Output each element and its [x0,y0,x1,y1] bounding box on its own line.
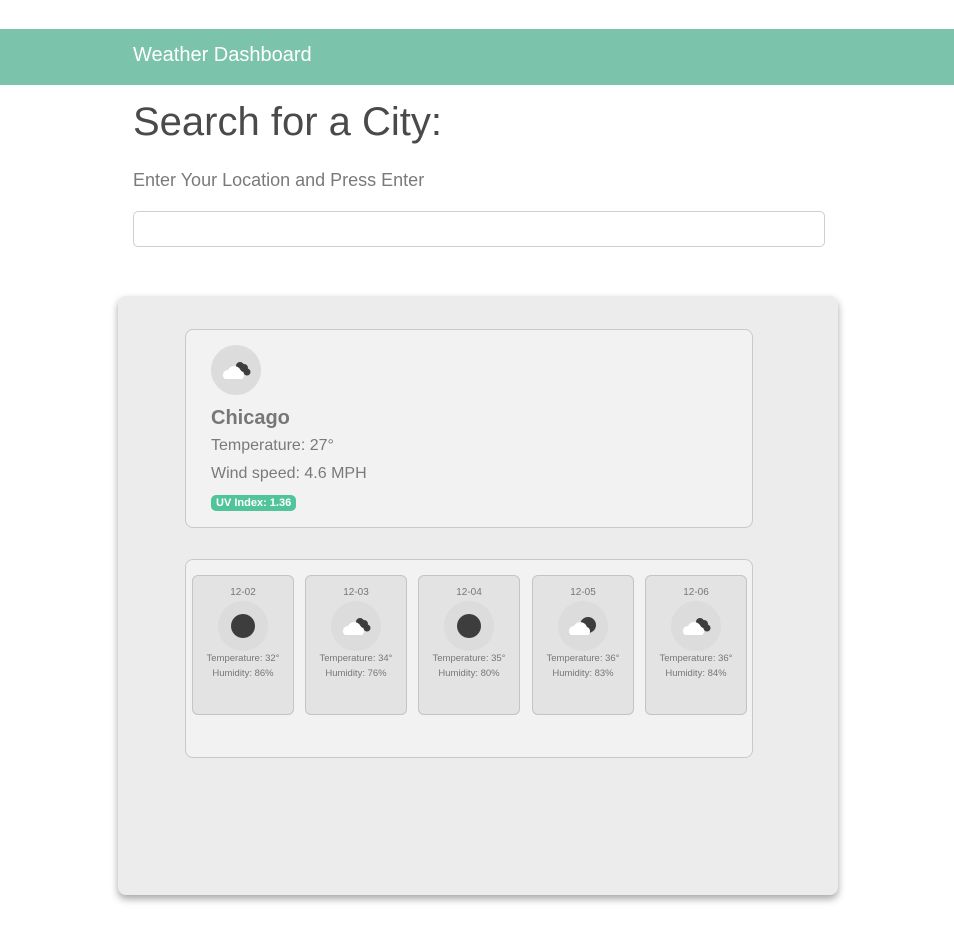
forecast-day-card: 12-05 Temperature: 36° Humidity: 83% [532,575,634,715]
weather-panel: Chicago Temperature: 27° Wind speed: 4.6… [118,296,838,895]
cloudy-icon [558,601,608,651]
clear-icon [218,601,268,651]
forecast-temperature: Temperature: 32° [206,653,280,664]
search-heading: Search for a City: [133,100,443,144]
forecast-humidity: Humidity: 76% [325,668,387,679]
clear-icon [444,601,494,651]
forecast-humidity: Humidity: 84% [665,668,727,679]
forecast-date: 12-05 [570,587,596,598]
city-search-input[interactable] [133,211,825,247]
city-name: Chicago [211,407,290,429]
search-instructions: Enter Your Location and Press Enter [133,170,425,190]
forecast-card: 12-02 Temperature: 32° Humidity: 86% 12-… [185,559,753,758]
current-wind-speed: Wind speed: 4.6 MPH [211,465,367,482]
forecast-temperature: Temperature: 34° [319,653,393,664]
forecast-humidity: Humidity: 80% [438,668,500,679]
forecast-temperature: Temperature: 35° [432,653,506,664]
forecast-date: 12-06 [683,587,709,598]
forecast-day-card: 12-03 Temperature: 34° Humidity: 76% [305,575,407,715]
partly-cloudy-icon [331,601,381,651]
current-weather-icon [211,345,261,395]
forecast-day-card: 12-02 Temperature: 32° Humidity: 86% [192,575,294,715]
forecast-temperature: Temperature: 36° [659,653,733,664]
navbar: Weather Dashboard [0,29,954,85]
partly-cloudy-icon [671,601,721,651]
forecast-temperature: Temperature: 36° [546,653,620,664]
forecast-date: 12-03 [343,587,369,598]
forecast-day-card: 12-04 Temperature: 35° Humidity: 80% [418,575,520,715]
forecast-date: 12-04 [456,587,482,598]
forecast-humidity: Humidity: 83% [552,668,614,679]
current-temperature: Temperature: 27° [211,437,334,454]
uv-index-badge: UV Index: 1.36 [211,495,297,511]
forecast-day-card: 12-06 Temperature: 36° Humidity: 84% [645,575,747,715]
forecast-date: 12-02 [230,587,256,598]
forecast-humidity: Humidity: 86% [212,668,274,679]
app-title: Weather Dashboard [133,44,312,66]
current-weather-card: Chicago Temperature: 27° Wind speed: 4.6… [185,329,753,528]
